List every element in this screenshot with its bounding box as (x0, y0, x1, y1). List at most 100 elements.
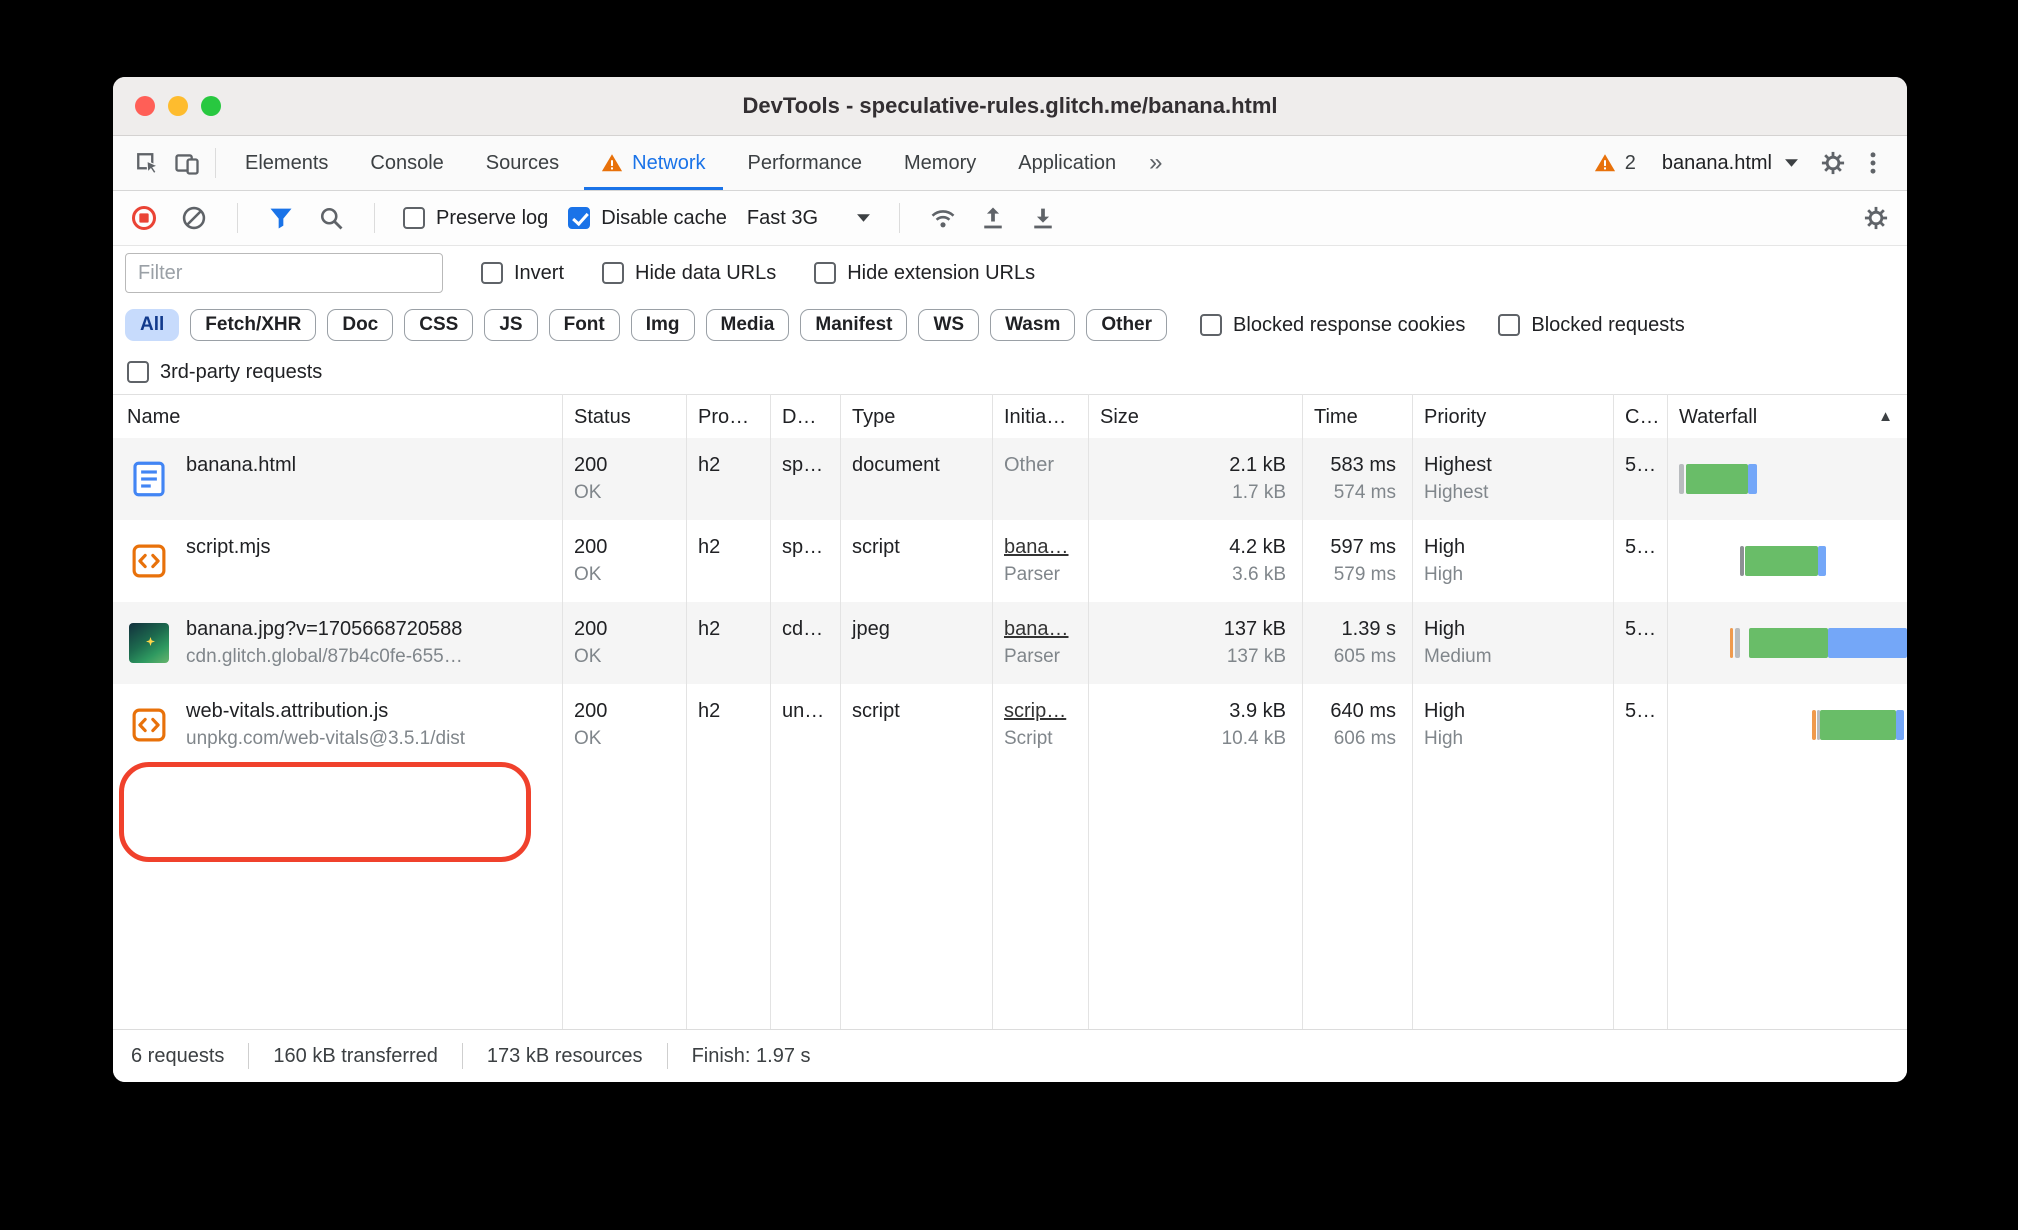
third-party-requests-checkbox[interactable]: 3rd-party requests (127, 361, 322, 384)
col-size[interactable]: Size (1100, 395, 1139, 439)
column-divider[interactable] (992, 394, 993, 1030)
settings-gear-icon[interactable] (1813, 143, 1853, 183)
request-name: web-vitals.attribution.js (186, 700, 389, 722)
resources-size: 173 kB resources (486, 1044, 643, 1067)
waterfall-bar (1667, 684, 1907, 766)
window-title: DevTools - speculative-rules.glitch.me/b… (742, 93, 1278, 118)
column-divider[interactable] (562, 394, 563, 1030)
tab-performance[interactable]: Performance (727, 136, 884, 190)
column-divider[interactable] (1613, 394, 1614, 1030)
hide-extension-urls-checkbox[interactable]: Hide extension URLs (814, 262, 1035, 285)
initiator-link[interactable]: bana… (1004, 615, 1088, 643)
initiator-link[interactable]: scrip… (1004, 697, 1088, 725)
blocked-requests-checkbox[interactable]: Blocked requests (1498, 314, 1685, 337)
column-divider[interactable] (1412, 394, 1413, 1030)
devtools-tabbar: Elements Console Sources Network Perform… (113, 136, 1907, 191)
col-type[interactable]: Type (852, 395, 895, 439)
filter-row: Invert Hide data URLs Hide extension URL… (113, 246, 1907, 300)
col-domain[interactable]: D… (782, 395, 816, 439)
col-priority[interactable]: Priority (1424, 395, 1486, 439)
chip-other[interactable]: Other (1086, 309, 1168, 341)
finish-time: Finish: 1.97 s (691, 1044, 811, 1067)
col-initiator[interactable]: Initia… (1004, 395, 1066, 439)
desktop-background: DevTools - speculative-rules.glitch.me/b… (0, 0, 2018, 1230)
chip-ws[interactable]: WS (918, 309, 980, 341)
chip-wasm[interactable]: Wasm (990, 309, 1076, 341)
checkbox-unchecked (127, 361, 149, 383)
import-har-icon[interactable] (978, 203, 1008, 233)
toolbar-divider (374, 203, 375, 233)
chip-css[interactable]: CSS (404, 309, 474, 341)
warning-icon (1594, 154, 1615, 172)
tab-sources[interactable]: Sources (465, 136, 580, 190)
preserve-log-checkbox[interactable]: Preserve log (403, 207, 548, 230)
waterfall-bar (1667, 438, 1907, 520)
network-conditions-icon[interactable] (928, 203, 958, 233)
export-har-icon[interactable] (1028, 203, 1058, 233)
col-waterfall[interactable]: Waterfall (1679, 395, 1757, 439)
tab-console[interactable]: Console (349, 136, 464, 190)
throttling-value: Fast 3G (746, 206, 819, 229)
chip-doc[interactable]: Doc (327, 309, 394, 341)
checkbox-unchecked (481, 262, 503, 284)
device-toolbar-icon[interactable] (167, 143, 207, 183)
image-thumbnail (129, 623, 169, 663)
chip-js[interactable]: JS (484, 309, 538, 341)
chip-manifest[interactable]: Manifest (800, 309, 908, 341)
request-url: unpkg.com/web-vitals@3.5.1/dist (186, 728, 466, 749)
col-status[interactable]: Status (574, 395, 631, 439)
request-type-filters: All Fetch/XHR Doc CSS JS Font Img Media … (113, 300, 1907, 350)
initiator-link[interactable]: bana… (1004, 533, 1088, 561)
column-divider[interactable] (1667, 394, 1668, 1030)
script-icon (127, 703, 171, 747)
checkbox-checked (568, 207, 591, 229)
record-network-log-button[interactable] (129, 203, 159, 233)
table-header: Name Status Pro… D… Type Initia… Size Ti… (113, 394, 1907, 440)
hide-data-urls-checkbox[interactable]: Hide data URLs (602, 262, 776, 285)
column-divider[interactable] (1302, 394, 1303, 1030)
more-tabs-button[interactable]: » (1137, 149, 1174, 177)
table-row-script-mjs[interactable]: script.mjs 200 OK h2 sp… script bana… Pars… (113, 520, 1907, 602)
footer-divider (248, 1043, 250, 1069)
chip-font[interactable]: Font (548, 309, 620, 341)
requests-table: Name Status Pro… D… Type Initia… Size Ti… (113, 394, 1907, 1030)
table-row-banana-html[interactable]: banana.html 200 OK h2 sp… document Other … (113, 438, 1907, 520)
throttling-dropdown[interactable]: Fast 3G (747, 207, 871, 230)
chip-fetch-xhr[interactable]: Fetch/XHR (190, 309, 317, 341)
kebab-menu-icon[interactable] (1853, 143, 1893, 183)
search-icon[interactable] (316, 203, 346, 233)
disable-cache-checkbox[interactable]: Disable cache (568, 207, 727, 230)
tab-application[interactable]: Application (997, 136, 1137, 190)
col-name[interactable]: Name (127, 395, 180, 439)
col-protocol[interactable]: Pro… (698, 395, 749, 439)
checkbox-unchecked (1498, 314, 1521, 336)
column-divider[interactable] (840, 394, 841, 1030)
checkbox-unchecked (1200, 314, 1223, 336)
invert-checkbox[interactable]: Invert (481, 262, 564, 285)
request-name: banana.html (186, 454, 297, 476)
chevron-down-icon (1785, 159, 1798, 167)
tab-elements[interactable]: Elements (224, 136, 349, 190)
chip-media[interactable]: Media (705, 309, 790, 341)
footer-divider (666, 1043, 668, 1069)
inspect-element-icon[interactable] (127, 143, 167, 183)
column-divider[interactable] (686, 394, 687, 1030)
context-selector[interactable]: banana.html (1648, 152, 1813, 175)
chip-img[interactable]: Img (630, 309, 695, 341)
filter-input[interactable] (125, 253, 443, 293)
tab-memory[interactable]: Memory (883, 136, 997, 190)
table-row-web-vitals[interactable]: web-vitals.attribution.js unpkg.com/web-… (113, 684, 1907, 766)
column-divider[interactable] (1088, 394, 1089, 1030)
col-time[interactable]: Time (1314, 395, 1358, 439)
chip-all[interactable]: All (125, 309, 180, 341)
table-row-banana-jpg[interactable]: banana.jpg?v=1705668720588 cdn.glitch.gl… (113, 602, 1907, 684)
clear-network-log-button[interactable] (179, 203, 209, 233)
sort-ascending-icon[interactable]: ▲ (1878, 395, 1893, 439)
col-connection[interactable]: C… (1625, 395, 1659, 439)
blocked-response-cookies-checkbox[interactable]: Blocked response cookies (1200, 314, 1465, 337)
column-divider[interactable] (770, 394, 771, 1030)
tab-network[interactable]: Network (580, 136, 726, 190)
issues-counter[interactable]: 2 (1582, 152, 1648, 175)
network-settings-gear-icon[interactable] (1861, 203, 1891, 233)
filter-funnel-icon[interactable] (266, 203, 296, 233)
